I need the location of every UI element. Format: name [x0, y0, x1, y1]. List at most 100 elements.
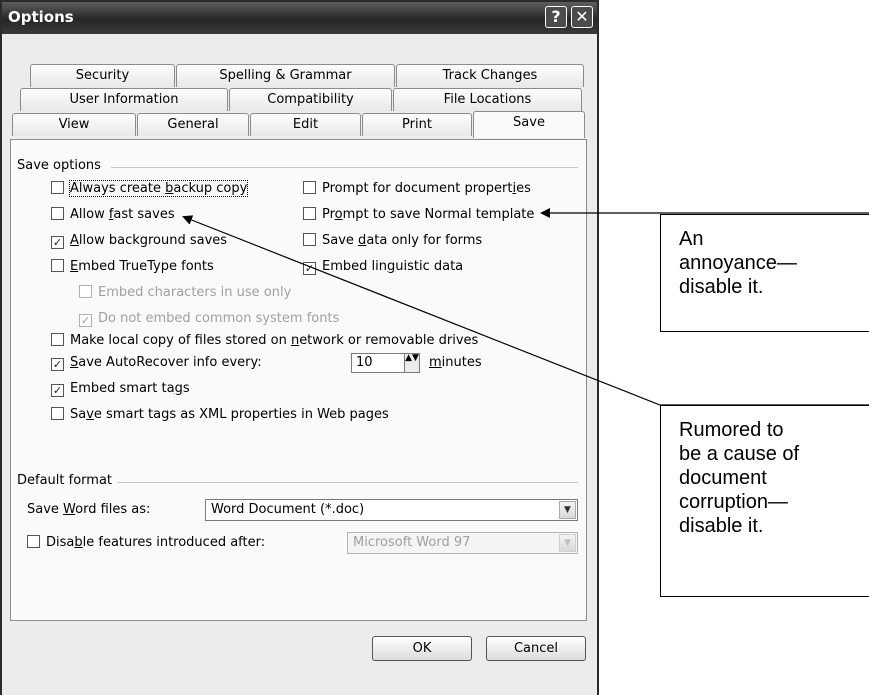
- allow-fast-saves-checkbox[interactable]: Allow fast saves: [51, 207, 175, 225]
- check-icon: ✓: [51, 236, 64, 249]
- embed-linguistic-checkbox[interactable]: ✓ Embed linguistic data: [303, 259, 463, 277]
- tab-user-information[interactable]: User Information: [20, 88, 228, 111]
- callout-annoyance: An annoyance— disable it.: [660, 214, 869, 332]
- save-format-value: Word Document (*.doc): [211, 502, 365, 517]
- option-label-rest: ata only for forms: [366, 233, 483, 248]
- callout-line: annoyance—: [679, 252, 797, 274]
- ok-button[interactable]: OK: [372, 636, 472, 661]
- checkbox-box: [51, 407, 64, 420]
- callout-line: Rumored to: [679, 419, 784, 441]
- default-format-heading: Default format: [17, 473, 113, 488]
- checkbox-box: [51, 181, 64, 194]
- no-common-fonts-checkbox: ✓ Do not embed common system fonts: [79, 311, 339, 329]
- option-label: Save: [27, 502, 64, 517]
- access-key: E: [70, 259, 79, 274]
- tab-file-locations[interactable]: File Locations: [393, 88, 582, 111]
- option-label: Make local copy of files stored on: [70, 333, 291, 348]
- local-copy-checkbox[interactable]: Make local copy of files stored on netwo…: [51, 333, 478, 351]
- access-key: g: [174, 381, 183, 396]
- option-label-rest: s: [182, 381, 190, 396]
- access-key: g: [386, 259, 396, 274]
- chevron-down-icon: ▼: [559, 534, 576, 552]
- option-label: Allow: [70, 207, 109, 222]
- option-label: Sa: [70, 407, 87, 422]
- option-label: Pr: [322, 207, 335, 222]
- prompt-document-properties-checkbox[interactable]: Prompt for document properties: [303, 181, 531, 199]
- tab-edit[interactable]: Edit: [250, 113, 361, 136]
- option-label: Prompt for document propert: [322, 181, 513, 196]
- title-bar: Options ? ✕: [2, 2, 597, 34]
- option-label: Save: [322, 233, 359, 248]
- checkbox-box: [51, 207, 64, 220]
- option-label-rest: ord files as:: [75, 502, 151, 517]
- allow-background-saves-checkbox[interactable]: ✓ Allow background saves: [51, 233, 227, 251]
- option-label: Embed lin: [322, 259, 387, 274]
- help-button[interactable]: ?: [545, 6, 567, 28]
- checkbox-box: [303, 233, 316, 246]
- callout-corruption: Rumored to be a cause of document corrup…: [660, 405, 869, 597]
- spinner-arrows-icon[interactable]: ▲▼: [405, 353, 420, 373]
- access-key: W: [63, 502, 76, 517]
- tab-compatibility[interactable]: Compatibility: [229, 88, 392, 111]
- option-label-rest: mpt to save Normal template: [342, 207, 535, 222]
- always-backup-checkbox[interactable]: Always create backup copy: [51, 180, 249, 199]
- prompt-save-normal-checkbox[interactable]: Prompt to save Normal template: [303, 207, 534, 225]
- cancel-button[interactable]: Cancel: [486, 636, 586, 661]
- save-tab-panel: Save options Always create backup copy A…: [10, 139, 587, 621]
- save-options-heading: Save options: [17, 158, 101, 173]
- checkbox-box: [51, 259, 64, 272]
- access-key: n: [290, 333, 300, 348]
- option-label: Do not embed common system fonts: [98, 311, 340, 326]
- help-icon: ?: [551, 7, 561, 26]
- option-label: llow background saves: [78, 233, 228, 248]
- checkbox-box: [79, 285, 92, 298]
- option-label-rest: e smart tags as XML properties in Web pa…: [93, 407, 389, 422]
- close-button[interactable]: ✕: [571, 6, 593, 28]
- save-data-forms-checkbox[interactable]: Save data only for forms: [303, 233, 482, 251]
- checkbox-box: [303, 207, 316, 220]
- tab-print[interactable]: Print: [362, 113, 472, 136]
- callout-line: disable it.: [679, 276, 764, 298]
- disable-features-version-select: Microsoft Word 97 ▼: [347, 532, 578, 554]
- option-label-rest: etwork or removable drives: [299, 333, 479, 348]
- tab-view[interactable]: View: [12, 113, 136, 136]
- save-word-files-label: Save Word files as:: [27, 502, 150, 520]
- option-label: inutes: [441, 355, 482, 370]
- callout-line: document: [679, 467, 767, 489]
- option-label: ave AutoRecover info every:: [78, 355, 262, 370]
- save-smart-tags-xml-checkbox[interactable]: Save smart tags as XML properties in Web…: [51, 407, 389, 425]
- autorecover-checkbox[interactable]: ✓ Save AutoRecover info every:: [51, 355, 262, 373]
- option-label-rest: es: [516, 181, 531, 196]
- callout-line: be a cause of: [679, 443, 800, 465]
- minutes-label: minutes: [429, 355, 482, 373]
- option-label: Disa: [46, 535, 75, 550]
- check-icon: ✓: [79, 314, 92, 327]
- disable-version-value: Microsoft Word 97: [353, 535, 471, 550]
- callout-line: corruption—: [679, 491, 788, 513]
- check-icon: ✓: [303, 262, 316, 275]
- options-dialog: Options ? ✕ Security Spelling & Grammar …: [0, 0, 599, 695]
- tab-save[interactable]: Save: [473, 111, 585, 138]
- check-icon: ✓: [51, 384, 64, 397]
- tab-security[interactable]: Security: [30, 64, 175, 87]
- embed-characters-checkbox: Embed characters in use only: [79, 285, 291, 303]
- close-icon: ✕: [575, 7, 589, 26]
- option-label: Embed characters in use only: [98, 285, 292, 300]
- callout-line: disable it.: [679, 515, 764, 537]
- option-label: mbed TrueType fonts: [78, 259, 214, 274]
- option-label-rest: ackup copy: [173, 181, 248, 196]
- embed-smart-tags-checkbox[interactable]: ✓ Embed smart tags: [51, 381, 190, 399]
- autorecover-minutes-input[interactable]: 10: [351, 353, 405, 373]
- disable-features-checkbox[interactable]: Disable features introduced after:: [27, 535, 265, 553]
- chevron-down-icon: ▼: [559, 501, 576, 519]
- option-label: Embed smart ta: [70, 381, 175, 396]
- embed-truetype-checkbox[interactable]: Embed TrueType fonts: [51, 259, 214, 277]
- access-key: o: [334, 207, 343, 222]
- option-label-rest: le features introduced after:: [82, 535, 266, 550]
- tab-track-changes[interactable]: Track Changes: [396, 64, 584, 87]
- access-key: v: [86, 407, 94, 422]
- option-label-rest: ast saves: [113, 207, 175, 222]
- tab-general[interactable]: General: [137, 113, 249, 136]
- tab-spelling-grammar[interactable]: Spelling & Grammar: [176, 64, 395, 87]
- save-format-select[interactable]: Word Document (*.doc) ▼: [205, 499, 578, 521]
